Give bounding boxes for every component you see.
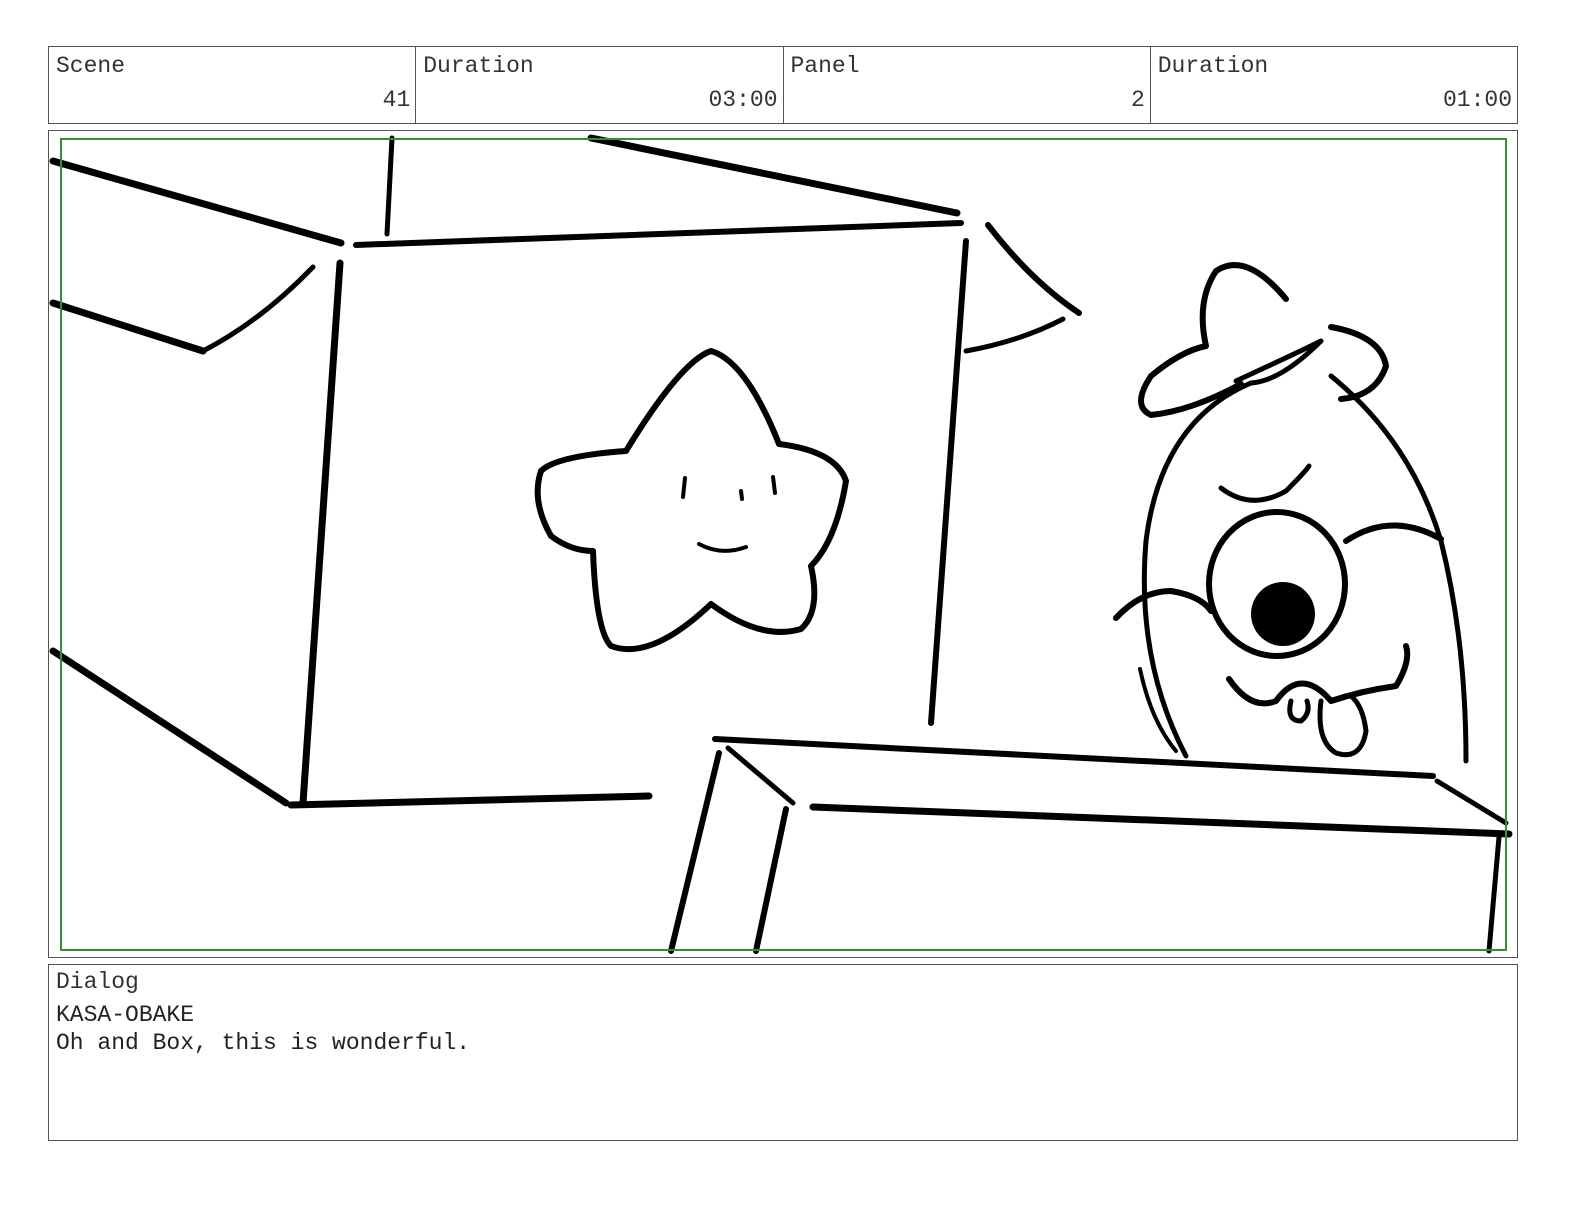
- storyboard-header: Scene 41 Duration 03:00 Panel 2 Duration…: [48, 46, 1518, 124]
- panel-cell: Panel 2: [784, 47, 1151, 123]
- scene-duration-value: 03:00: [708, 87, 778, 113]
- panel-number: 2: [1130, 87, 1145, 113]
- panel-duration-cell: Duration 01:00: [1151, 47, 1517, 123]
- dialog-line: Oh and Box, this is wonderful.: [56, 1030, 471, 1056]
- foreground-box-sketch: [668, 736, 1513, 954]
- panel-label: Panel: [790, 53, 860, 79]
- scene-label: Scene: [56, 53, 126, 79]
- scene-number: 41: [382, 87, 411, 113]
- dialog-label: Dialog: [56, 969, 139, 995]
- storyboard-panel: [48, 130, 1518, 958]
- kasa-obake-sketch: [1113, 262, 1469, 764]
- pupil-icon: [1251, 582, 1315, 646]
- dialog-speaker: KASA-OBAKE: [56, 1002, 195, 1028]
- panel-sketch: [49, 134, 1513, 954]
- panel-duration-label: Duration: [1157, 53, 1269, 79]
- dialog-box: Dialog KASA-OBAKE Oh and Box, this is wo…: [48, 964, 1518, 1141]
- scene-duration-cell: Duration 03:00: [416, 47, 784, 123]
- panel-duration-value: 01:00: [1442, 87, 1512, 113]
- scene-duration-label: Duration: [423, 53, 534, 79]
- scene-cell: Scene 41: [49, 47, 417, 123]
- star-box-sketch: [49, 134, 1082, 809]
